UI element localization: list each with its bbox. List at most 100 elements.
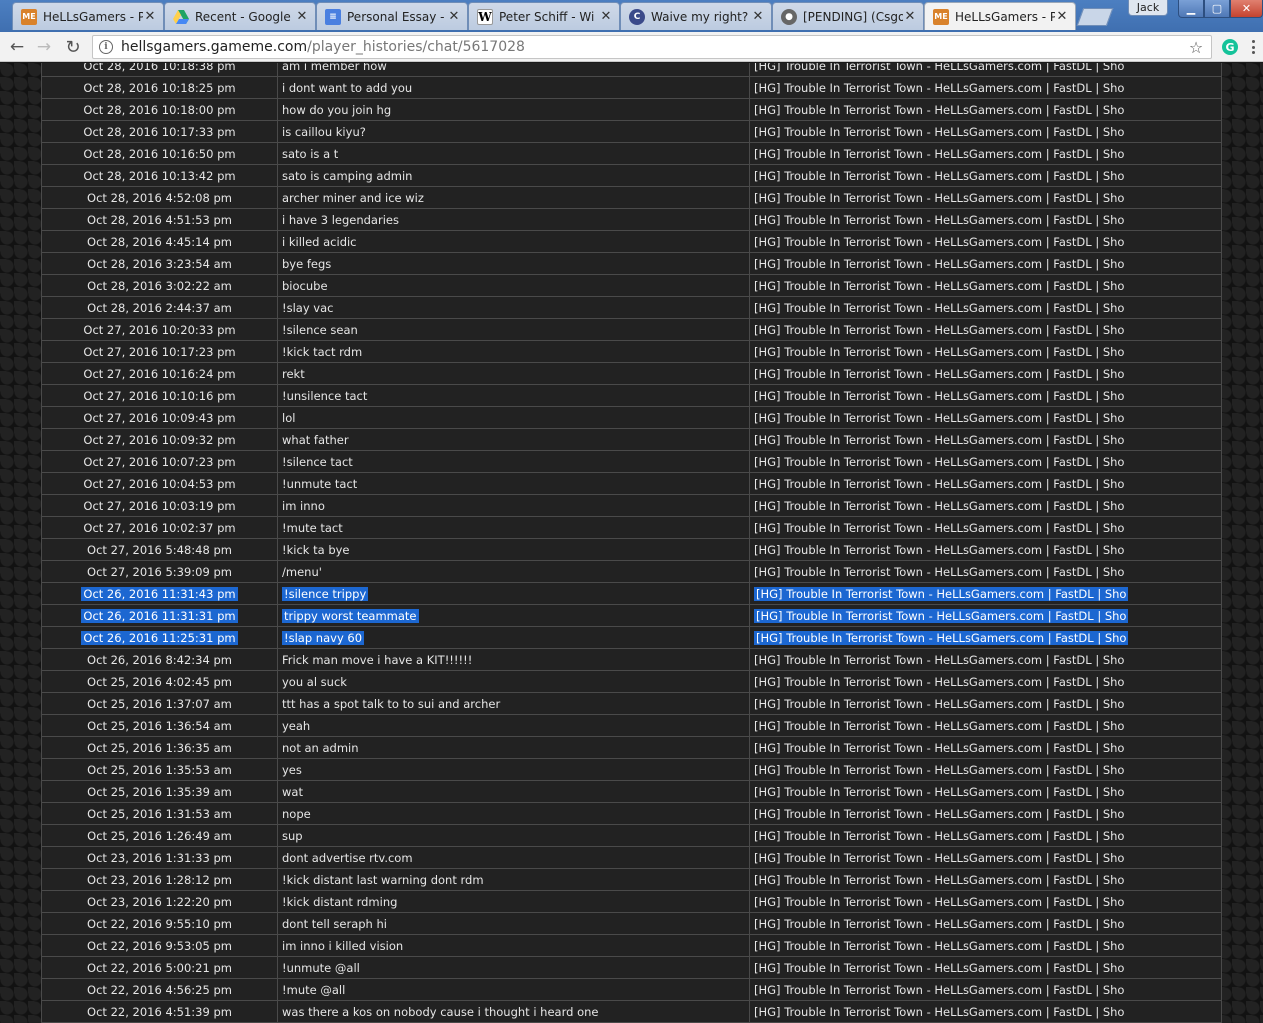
chat-date-cell: Oct 27, 2016 10:16:24 pm [41, 362, 278, 385]
close-icon[interactable]: ✕ [599, 9, 613, 24]
chat-message-cell: !kick tact rdm [277, 340, 750, 363]
tab-hellsgamers-active[interactable]: ME HeLLsGamers - P ✕ [924, 2, 1076, 30]
chat-date-text: Oct 28, 2016 2:44:37 am [87, 300, 232, 315]
chat-server-cell: [HG] Trouble In Terrorist Town - HeLLsGa… [749, 780, 1222, 803]
menu-icon[interactable] [1247, 37, 1259, 57]
page-content: Oct 28, 2016 10:18:38 pm am i member how [… [0, 63, 1263, 1023]
chat-server-text: [HG] Trouble In Terrorist Town - HeLLsGa… [754, 608, 1129, 623]
chat-date-text: Oct 26, 2016 11:25:31 pm [81, 630, 238, 645]
chat-date-cell: Oct 28, 2016 10:18:38 pm [41, 63, 278, 77]
browser-toolbar: ← → ↻ i hellsgamers.gameme.com/player_hi… [0, 32, 1263, 62]
tab-google-drive[interactable]: Recent - Google ✕ [164, 2, 316, 30]
table-row: Oct 27, 2016 10:16:24 pm rekt [HG] Trouble… [41, 362, 1222, 385]
chat-server-cell: [HG] Trouble In Terrorist Town - HeLLsGa… [749, 978, 1222, 1001]
chat-date-cell: Oct 22, 2016 9:55:10 pm [41, 912, 278, 935]
tab-peter-schiff[interactable]: W Peter Schiff - Wi ✕ [468, 2, 620, 30]
chat-date-cell: Oct 25, 2016 1:35:53 am [41, 758, 278, 781]
chat-server-text: [HG] Trouble In Terrorist Town - HeLLsGa… [754, 234, 1125, 249]
chat-date-cell: Oct 25, 2016 1:37:07 am [41, 692, 278, 715]
chat-date-text: Oct 27, 2016 5:39:09 pm [87, 564, 232, 579]
chat-date-text: Oct 25, 2016 1:37:07 am [87, 696, 232, 711]
chat-message-cell: is caillou kiyu? [277, 120, 750, 143]
chat-server-text: [HG] Trouble In Terrorist Town - HeLLsGa… [754, 542, 1125, 557]
chat-message-text: !silence sean [282, 322, 358, 337]
chat-date-text: Oct 25, 2016 1:36:54 am [87, 718, 232, 733]
chat-message-cell: i dont want to add you [277, 76, 750, 99]
tab-hellsgamers-1[interactable]: ME HeLLsGamers - P ✕ [12, 2, 164, 30]
tab-personal-essay[interactable]: ≡ Personal Essay - ✕ [316, 2, 468, 30]
chat-server-text: [HG] Trouble In Terrorist Town - HeLLsGa… [754, 476, 1125, 491]
table-row: Oct 22, 2016 9:55:10 pm dont tell seraph … [41, 912, 1222, 935]
close-icon[interactable]: ✕ [751, 9, 765, 24]
maximize-button[interactable]: ▢ [1204, 0, 1230, 18]
chat-date-text: Oct 28, 2016 3:02:22 am [87, 278, 232, 293]
chat-date-text: Oct 28, 2016 3:23:54 am [87, 256, 232, 271]
chat-date-text: Oct 25, 2016 1:31:53 am [87, 806, 232, 821]
chat-server-cell: [HG] Trouble In Terrorist Town - HeLLsGa… [749, 934, 1222, 957]
chat-message-cell: !silence tact [277, 450, 750, 473]
chat-message-cell: !unmute tact [277, 472, 750, 495]
chat-server-text: [HG] Trouble In Terrorist Town - HeLLsGa… [754, 322, 1125, 337]
close-icon[interactable]: ✕ [1055, 9, 1069, 24]
chat-server-text: [HG] Trouble In Terrorist Town - HeLLsGa… [754, 168, 1125, 183]
table-row: Oct 26, 2016 11:31:43 pm !silence trippy [… [41, 582, 1222, 605]
chat-date-cell: Oct 25, 2016 4:02:45 pm [41, 670, 278, 693]
chat-date-text: Oct 27, 2016 10:16:24 pm [83, 366, 236, 381]
chat-date-text: Oct 25, 2016 1:36:35 am [87, 740, 232, 755]
table-row: Oct 23, 2016 1:31:33 pm dont advertise rt… [41, 846, 1222, 869]
forward-arrow-icon[interactable]: → [33, 36, 55, 58]
grammarly-extension-icon[interactable]: G [1222, 39, 1238, 55]
chat-server-text: [HG] Trouble In Terrorist Town - HeLLsGa… [754, 300, 1125, 315]
profile-button[interactable]: Jack [1128, 0, 1168, 16]
chat-message-cell: lol [277, 406, 750, 429]
chat-message-text: yeah [282, 718, 311, 733]
close-icon[interactable]: ✕ [903, 9, 917, 24]
table-row: Oct 28, 2016 4:45:14 pm i killed acidic [H… [41, 230, 1222, 253]
chat-message-cell: !kick ta bye [277, 538, 750, 561]
chat-message-cell: am i member how [277, 63, 750, 77]
info-icon[interactable]: i [99, 40, 113, 54]
new-tab-button[interactable] [1076, 8, 1114, 26]
chat-date-cell: Oct 27, 2016 10:03:19 pm [41, 494, 278, 517]
close-icon[interactable]: ✕ [143, 9, 157, 24]
table-row: Oct 28, 2016 10:18:00 pm how do you join … [41, 98, 1222, 121]
tab-waive-my-right[interactable]: C Waive my right? ✕ [620, 2, 772, 30]
chat-date-cell: Oct 27, 2016 10:07:23 pm [41, 450, 278, 473]
table-row: Oct 28, 2016 10:18:38 pm am i member how [… [41, 63, 1222, 77]
tab-pending[interactable]: ● [PENDING] (Csgo ✕ [772, 2, 924, 30]
url-text[interactable]: hellsgamers.gameme.com/player_histories/… [121, 39, 1185, 55]
table-row: Oct 28, 2016 2:44:37 am !slay vac [HG] Tro… [41, 296, 1222, 319]
table-row: Oct 28, 2016 10:16:50 pm sato is a t [HG] … [41, 142, 1222, 165]
chat-date-cell: Oct 28, 2016 10:17:33 pm [41, 120, 278, 143]
table-row: Oct 27, 2016 5:48:48 pm !kick ta bye [HG] … [41, 538, 1222, 561]
minimize-button[interactable]: ▁ [1178, 0, 1204, 18]
chat-server-text: [HG] Trouble In Terrorist Town - HeLLsGa… [754, 586, 1129, 601]
bookmark-star-icon[interactable]: ☆ [1185, 38, 1207, 57]
back-arrow-icon[interactable]: ← [6, 36, 28, 58]
chat-date-cell: Oct 25, 2016 1:31:53 am [41, 802, 278, 825]
chat-server-cell: [HG] Trouble In Terrorist Town - HeLLsGa… [749, 538, 1222, 561]
chat-server-text: [HG] Trouble In Terrorist Town - HeLLsGa… [754, 960, 1125, 975]
address-bar[interactable]: i hellsgamers.gameme.com/player_historie… [92, 35, 1212, 59]
c-icon: C [629, 8, 645, 25]
chat-date-text: Oct 23, 2016 1:31:33 pm [87, 850, 232, 865]
chat-message-text: !slay vac [282, 300, 334, 315]
chat-message-text: how do you join hg [282, 102, 392, 117]
chat-message-text: trippy worst teammate [282, 608, 419, 623]
chat-message-cell: !unmute @all [277, 956, 750, 979]
chat-server-cell: [HG] Trouble In Terrorist Town - HeLLsGa… [749, 252, 1222, 275]
chat-date-text: Oct 22, 2016 9:53:05 pm [87, 938, 232, 953]
close-icon[interactable]: ✕ [447, 9, 461, 24]
chat-server-cell: [HG] Trouble In Terrorist Town - HeLLsGa… [749, 648, 1222, 671]
chat-date-cell: Oct 28, 2016 4:51:53 pm [41, 208, 278, 231]
chat-date-text: Oct 22, 2016 9:55:10 pm [87, 916, 232, 931]
chat-server-text: [HG] Trouble In Terrorist Town - HeLLsGa… [754, 564, 1125, 579]
chat-server-text: [HG] Trouble In Terrorist Town - HeLLsGa… [754, 256, 1125, 271]
chat-message-text: was there a kos on nobody cause i though… [282, 1004, 599, 1019]
chat-message-cell: you al suck [277, 670, 750, 693]
close-window-button[interactable]: ✕ [1230, 0, 1263, 18]
chat-message-text: !unmute @all [282, 960, 360, 975]
chat-message-text: !silence trippy [282, 586, 369, 601]
close-icon[interactable]: ✕ [295, 9, 309, 24]
reload-icon[interactable]: ↻ [62, 36, 84, 58]
